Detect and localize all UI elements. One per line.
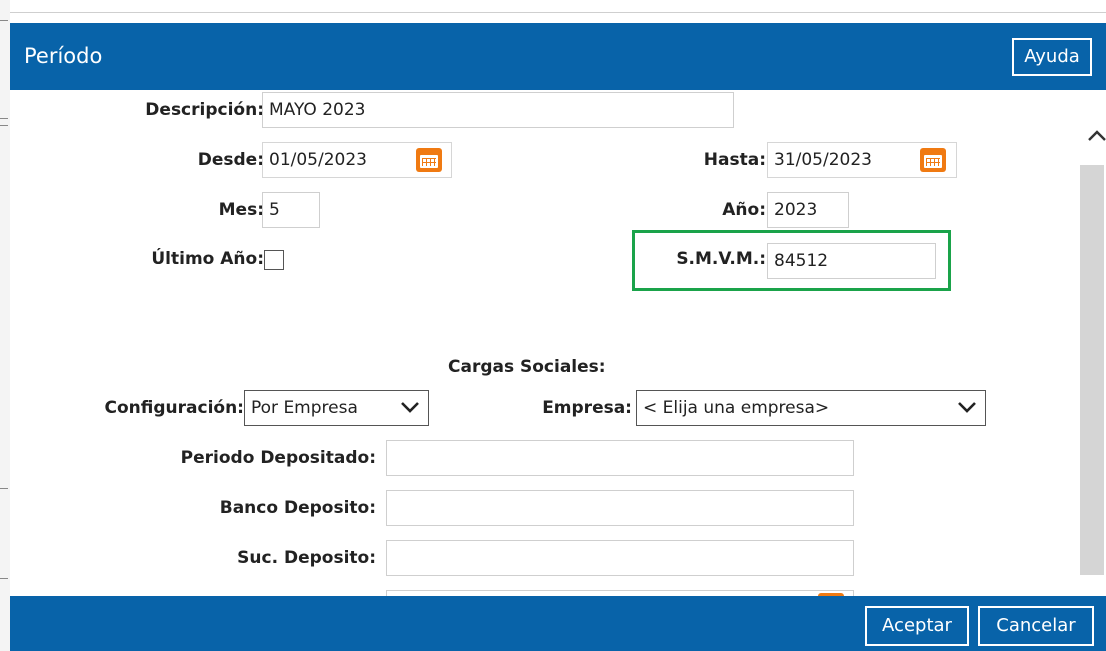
edge-tick bbox=[0, 125, 8, 126]
desde-value: 01/05/2023 bbox=[269, 150, 367, 170]
edge-tick bbox=[0, 20, 8, 21]
edge-tick bbox=[0, 488, 8, 489]
empresa-select[interactable]: < Elija una empresa> bbox=[636, 390, 986, 426]
suc-deposito-input[interactable] bbox=[386, 540, 854, 576]
dialog-footer: Aceptar Cancelar bbox=[10, 596, 1106, 651]
anio-label: Año: bbox=[722, 200, 766, 220]
dialog-title: Período bbox=[24, 44, 103, 68]
scroll-up-icon[interactable] bbox=[1086, 128, 1106, 144]
empresa-label: Empresa: bbox=[542, 398, 632, 418]
hasta-label: Hasta: bbox=[703, 150, 766, 170]
chevron-down-icon bbox=[401, 402, 419, 413]
descripcion-label: Descripción: bbox=[145, 100, 264, 120]
ultimo-anio-checkbox[interactable] bbox=[264, 250, 284, 270]
periodo-dialog: Período Ayuda Descripción: MAYO 2023 Des… bbox=[10, 13, 1106, 651]
cancel-button[interactable]: Cancelar bbox=[978, 606, 1094, 646]
anio-input[interactable]: 2023 bbox=[767, 192, 849, 228]
hasta-calendar-icon[interactable] bbox=[920, 148, 946, 172]
background-window-edge bbox=[0, 0, 10, 651]
dialog-titlebar: Período Ayuda bbox=[10, 23, 1106, 90]
accept-button[interactable]: Aceptar bbox=[865, 606, 969, 646]
dialog-content: Descripción: MAYO 2023 Desde: 01/05/2023… bbox=[10, 90, 1106, 596]
empresa-selected: < Elija una empresa> bbox=[643, 398, 830, 418]
smvm-input[interactable]: 84512 bbox=[767, 243, 936, 279]
scrollbar-thumb[interactable] bbox=[1080, 165, 1104, 575]
descripcion-input[interactable]: MAYO 2023 bbox=[262, 92, 734, 128]
periodo-depositado-input[interactable] bbox=[386, 440, 854, 476]
banco-deposito-input[interactable] bbox=[386, 490, 854, 526]
cargas-sociales-title: Cargas Sociales: bbox=[448, 357, 606, 377]
smvm-label: S.M.V.M.: bbox=[676, 249, 766, 269]
desde-label: Desde: bbox=[197, 150, 264, 170]
configuracion-select[interactable]: Por Empresa bbox=[244, 390, 429, 426]
mes-label: Mes: bbox=[218, 200, 264, 220]
suc-deposito-label: Suc. Deposito: bbox=[237, 548, 376, 568]
edge-tick bbox=[0, 578, 8, 579]
chevron-down-icon bbox=[958, 402, 976, 413]
hasta-value: 31/05/2023 bbox=[774, 150, 872, 170]
ultimo-anio-label: Último Año: bbox=[151, 249, 264, 269]
periodo-depositado-label: Periodo Depositado: bbox=[180, 448, 376, 468]
configuracion-selected: Por Empresa bbox=[251, 398, 358, 418]
banco-deposito-label: Banco Deposito: bbox=[219, 498, 376, 518]
edge-tick bbox=[0, 118, 8, 119]
configuracion-label: Configuración: bbox=[104, 398, 244, 418]
help-button[interactable]: Ayuda bbox=[1012, 38, 1092, 76]
desde-calendar-icon[interactable] bbox=[416, 148, 442, 172]
mes-input[interactable]: 5 bbox=[262, 192, 320, 228]
